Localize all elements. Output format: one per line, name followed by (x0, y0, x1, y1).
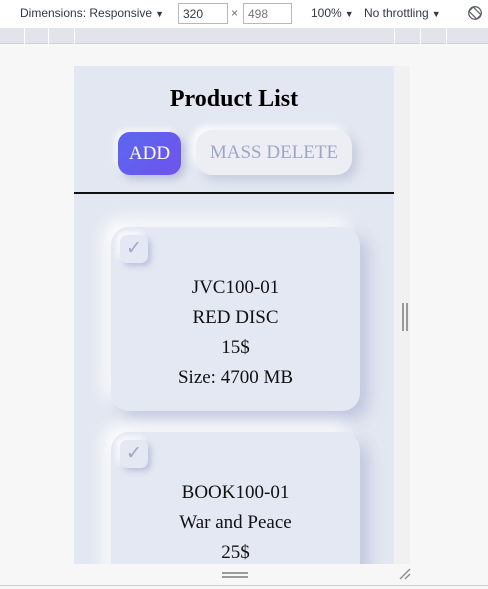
ruler-mark (24, 28, 25, 44)
zoom-label: 100% (311, 6, 342, 20)
product-name: War and Peace (179, 512, 292, 533)
check-icon: ✓ (126, 443, 142, 464)
bottom-resize-area (74, 565, 410, 585)
product-sku: JVC100-01 (191, 277, 280, 298)
check-icon: ✓ (126, 238, 142, 259)
delete-checkbox[interactable]: ✓ (120, 235, 148, 263)
ruler-mark (420, 28, 421, 44)
dimensions-separator: × (231, 6, 239, 20)
product-sku: BOOK100-01 (181, 482, 290, 503)
product-price: 25$ (221, 542, 250, 563)
add-button[interactable]: ADD (118, 132, 181, 175)
ruler-mark (48, 28, 49, 44)
device-viewport: Product List ADD MASS DELETE ✓ JVC100-01… (74, 66, 394, 564)
right-resize-handle[interactable] (402, 303, 408, 331)
panel-divider (0, 585, 488, 586)
delete-checkbox[interactable]: ✓ (120, 440, 148, 468)
width-input[interactable] (178, 3, 228, 24)
zoom-select[interactable]: 100% ▼ (311, 6, 354, 20)
product-card: ✓ JVC100-01 RED DISC 15$ Size: 4700 MB (111, 227, 360, 411)
bottom-resize-handle[interactable] (222, 572, 248, 578)
throttling-select[interactable]: No throttling ▼ (364, 6, 441, 20)
product-name: RED DISC (192, 307, 279, 328)
rotate-icon[interactable] (467, 5, 483, 21)
dimensions-label: Dimensions: Responsive (20, 6, 153, 20)
header-divider (74, 192, 394, 194)
device-toolbar: Dimensions: Responsive▼ × 100%▼ No throt… (0, 0, 488, 28)
dimensions-chevron-down-icon: ▼ (155, 9, 164, 19)
ruler-mark (446, 28, 447, 44)
dimensions-select[interactable]: Dimensions: Responsive ▼ (20, 6, 164, 20)
corner-resize-icon[interactable] (398, 567, 412, 581)
product-attribute: Size: 4700 MB (177, 367, 294, 388)
throttling-label: No throttling (364, 6, 429, 20)
mass-delete-button[interactable]: MASS DELETE (196, 130, 352, 175)
product-card: ✓ BOOK100-01 War and Peace 25$ (111, 432, 360, 564)
media-query-ruler[interactable] (0, 28, 488, 44)
throttling-chevron-down-icon: ▼ (431, 9, 441, 19)
height-input[interactable] (243, 3, 292, 24)
product-price: 15$ (221, 337, 250, 358)
ruler-mark (394, 28, 395, 44)
ruler-mark (74, 28, 75, 44)
page-title: Product List (169, 86, 299, 112)
zoom-chevron-down-icon: ▼ (344, 9, 354, 19)
